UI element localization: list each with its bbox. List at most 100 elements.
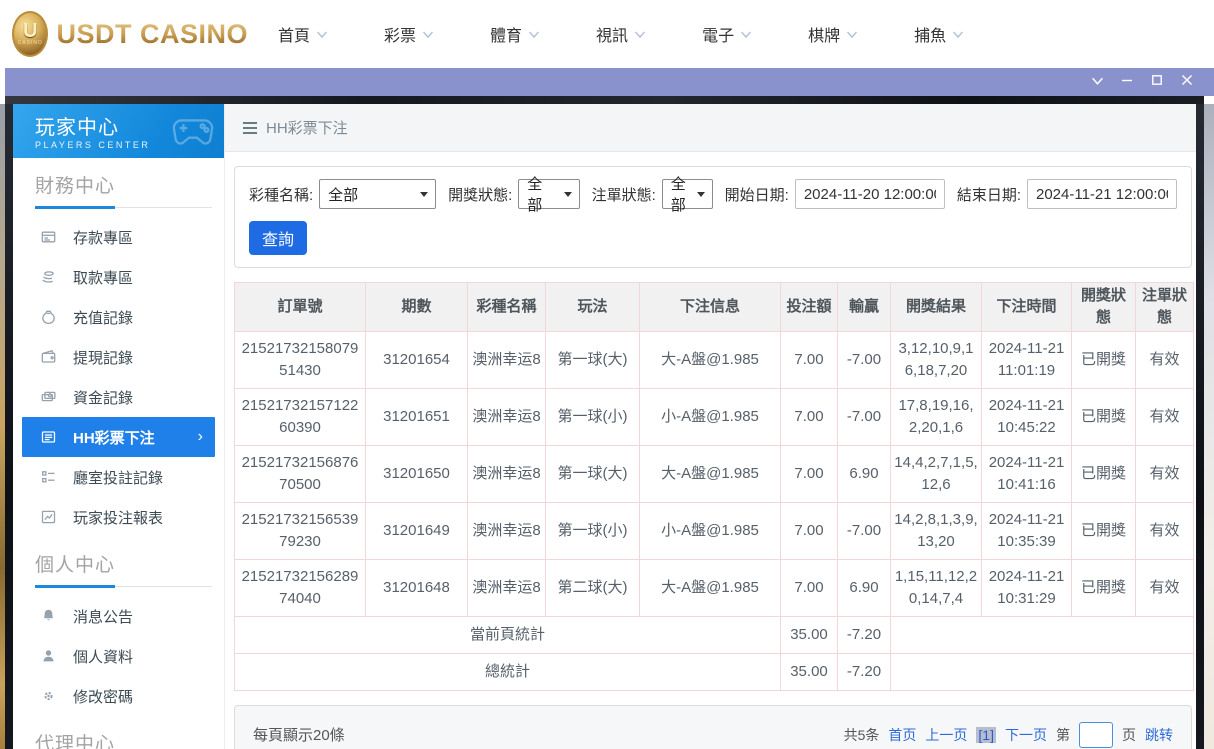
- jump-page-input[interactable]: [1079, 721, 1113, 748]
- table-cell: 2024-11-21 11:01:19: [981, 330, 1072, 389]
- nav-item[interactable]: 體育: [490, 22, 540, 46]
- user-icon: [40, 648, 57, 664]
- window-close-button[interactable]: [1172, 71, 1202, 93]
- nav-item-label: 電子: [702, 28, 735, 45]
- table-cell: 7.00: [780, 330, 838, 389]
- total-count-text: 共5条: [843, 726, 880, 743]
- lottery-name-select[interactable]: 全部: [319, 179, 437, 209]
- table-cell: 澳洲幸运8: [467, 444, 546, 503]
- grand-summary-empty: [890, 652, 1194, 691]
- table-cell: 已開獎: [1071, 387, 1136, 446]
- table-cell: 3,12,10,9,16,18,7,20: [890, 330, 982, 389]
- table-cell: 大-A盤@1.985: [639, 330, 781, 389]
- draw-status-select[interactable]: 全部: [518, 176, 580, 214]
- window-left-border: [5, 104, 13, 749]
- jump-button[interactable]: 跳转: [1145, 725, 1173, 745]
- nav-item[interactable]: 棋牌: [808, 22, 858, 46]
- nav-item[interactable]: 視訊: [596, 22, 646, 46]
- start-date-input[interactable]: [794, 179, 945, 209]
- sidebar-item[interactable]: 修改密碼: [13, 676, 224, 716]
- table-cell: 有效: [1135, 558, 1194, 617]
- jump-suffix-label: 页: [1122, 726, 1136, 743]
- prev-page-link[interactable]: 上一页: [925, 725, 967, 745]
- sidebar-item[interactable]: 取款專區: [13, 257, 224, 297]
- nav-item[interactable]: 首頁: [278, 22, 328, 46]
- table-cell: 2152173215687670500: [234, 444, 366, 503]
- window-right-border: [1196, 104, 1204, 749]
- window-collapse-button[interactable]: [1082, 71, 1112, 93]
- nav-item-label: 首頁: [278, 28, 311, 45]
- sidebar-item-label: 存款專區: [73, 229, 134, 247]
- nav-item[interactable]: 捕魚: [914, 22, 964, 46]
- nav-item-label: 棋牌: [808, 28, 841, 45]
- sidebar-item[interactable]: 充值記錄: [13, 297, 224, 337]
- chevron-down-icon: [1091, 73, 1104, 91]
- table-header-row: 訂單號 期數 彩種名稱 玩法 下注信息 投注額 輸贏 開獎結果 下注時間 開獎狀態 注單狀態: [234, 282, 1194, 332]
- sidebar-item[interactable]: HH彩票下注 ›: [22, 417, 215, 457]
- sidebar-item[interactable]: 玩家投注報表: [13, 497, 224, 537]
- next-page-link[interactable]: 下一页: [1005, 725, 1047, 745]
- sidebar-item[interactable]: 廳室投註記錄: [13, 457, 224, 497]
- sidebar-item-label: 充值記錄: [73, 309, 134, 327]
- column-header: 彩種名稱: [467, 282, 546, 332]
- table-cell: -7.00: [837, 387, 891, 446]
- table-cell: 2152173215712260390: [234, 387, 366, 446]
- table-cell: 7.00: [780, 501, 838, 560]
- brand-logo[interactable]: U CASINO USDT CASINO: [0, 11, 248, 57]
- table-cell: 小-A盤@1.985: [639, 501, 781, 560]
- chevron-down-icon: [528, 30, 540, 39]
- table-cell: 有效: [1135, 387, 1194, 446]
- chevron-down-icon: [634, 30, 646, 39]
- sidebar-section-title: 財務中心: [35, 176, 116, 197]
- grand-summary-row: 總統計 35.00 -7.20: [234, 652, 1194, 691]
- table-cell: 大-A盤@1.985: [639, 444, 781, 503]
- page-summary-label: 當前頁統計: [234, 615, 781, 654]
- section-underline: [35, 205, 212, 209]
- table-cell: 17,8,19,16,2,20,1,6: [890, 387, 982, 446]
- query-button[interactable]: 查詢: [249, 221, 307, 255]
- table-cell: 第二球(大): [545, 558, 640, 617]
- nav-item[interactable]: 彩票: [384, 22, 434, 46]
- window-maximize-button[interactable]: [1142, 71, 1172, 93]
- sidebar-item[interactable]: 提現記錄: [13, 337, 224, 377]
- section-underline: [35, 584, 212, 588]
- sidebar-item-label: 修改密碼: [73, 688, 134, 706]
- first-page-link[interactable]: 首页: [888, 725, 916, 745]
- sidebar-item-label: 玩家投注報表: [73, 509, 164, 527]
- table-cell: 已開獎: [1071, 444, 1136, 503]
- sidebar-item[interactable]: 存款專區: [13, 217, 224, 257]
- hall-bet-record-icon: [40, 469, 57, 485]
- column-header: 開獎結果: [890, 282, 982, 332]
- sidebar-item-label: 廳室投註記錄: [73, 469, 164, 487]
- sidebar-item[interactable]: 消息公告: [13, 596, 224, 636]
- start-date-label: 開始日期:: [724, 186, 789, 204]
- column-header: 投注額: [780, 282, 838, 332]
- table-cell: 31201651: [365, 387, 468, 446]
- menu-icon[interactable]: [243, 121, 257, 134]
- column-header: 輸贏: [837, 282, 891, 332]
- table-cell: 7.00: [780, 558, 838, 617]
- lottery-name-label: 彩種名稱:: [249, 186, 314, 204]
- table-cell: 澳洲幸运8: [467, 558, 546, 617]
- draw-status-label: 開獎狀態:: [448, 186, 513, 204]
- order-status-select[interactable]: 全部: [661, 176, 713, 214]
- page-summary-bet: 35.00: [780, 615, 838, 654]
- nav-item-label: 體育: [490, 28, 523, 45]
- window-controls: [1082, 71, 1202, 93]
- table-cell: 澳洲幸运8: [467, 330, 546, 389]
- nav-item[interactable]: 電子: [702, 22, 752, 46]
- window-minimize-button[interactable]: [1112, 71, 1142, 93]
- chevron-down-icon: [846, 30, 858, 39]
- lottery-bet-icon: [40, 429, 57, 445]
- table-cell: 2024-11-21 10:41:16: [981, 444, 1072, 503]
- coin-caption: CASINO: [17, 40, 43, 46]
- end-date-input[interactable]: [1027, 179, 1177, 209]
- breadcrumb: HH彩票下注: [225, 104, 1196, 152]
- sidebar-item[interactable]: 個人資料: [13, 636, 224, 676]
- sidebar-item[interactable]: 資金記錄: [13, 377, 224, 417]
- page: U CASINO USDT CASINO 首頁 彩票 體育 視訊 電子 棋牌 捕魚 玩家中心…: [0, 0, 1214, 749]
- page-size-text: 每頁顯示20條: [253, 727, 345, 744]
- coin-logo-icon: U CASINO: [12, 11, 49, 57]
- column-header: 注單狀態: [1135, 282, 1194, 332]
- sidebar-item-label: HH彩票下注: [73, 429, 155, 447]
